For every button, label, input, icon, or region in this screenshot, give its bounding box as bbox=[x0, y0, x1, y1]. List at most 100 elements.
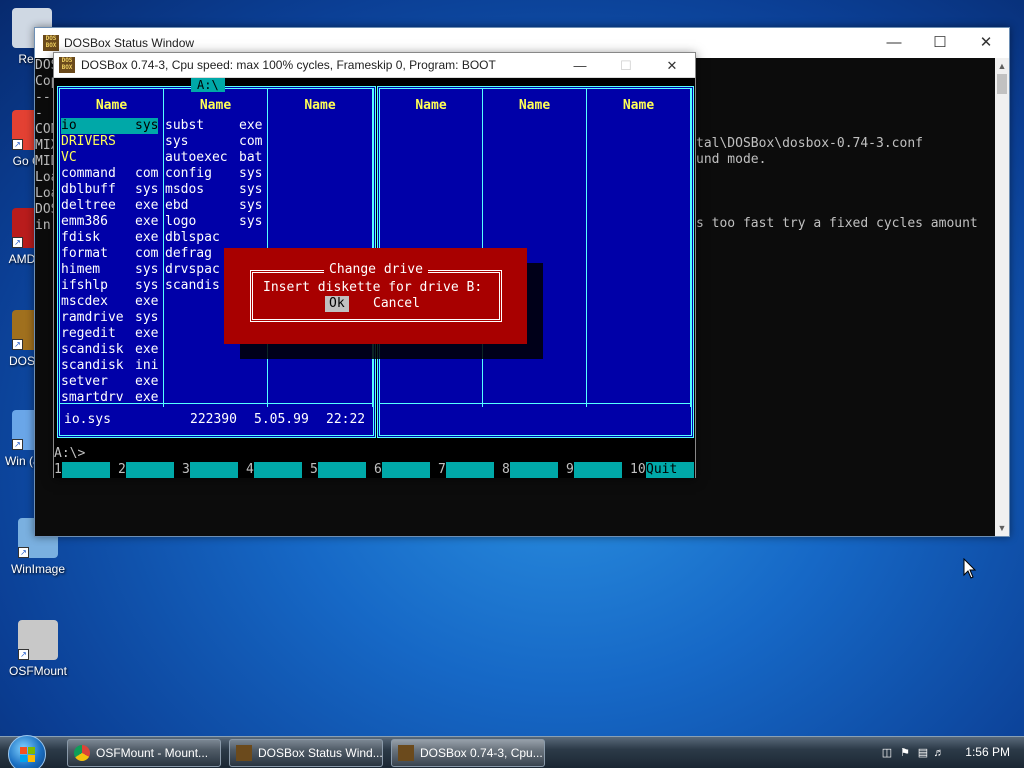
cancel-button[interactable]: Cancel bbox=[369, 296, 424, 312]
file-entry[interactable]: scandisk exe bbox=[61, 342, 158, 358]
function-key-label bbox=[190, 462, 238, 478]
function-key-number: 3 bbox=[182, 462, 190, 477]
file-name: scandis bbox=[165, 278, 220, 293]
start-button[interactable] bbox=[8, 735, 46, 768]
file-extension: exe bbox=[135, 294, 159, 309]
file-extension: sys bbox=[239, 214, 263, 229]
minimize-button[interactable]: — bbox=[871, 28, 917, 58]
function-key-label bbox=[254, 462, 302, 478]
command-line[interactable]: A:\> bbox=[54, 446, 85, 461]
scroll-down-icon[interactable]: ▼ bbox=[995, 520, 1009, 536]
function-key-5[interactable]: 5 bbox=[310, 462, 366, 478]
console-fragment: --- bbox=[35, 90, 51, 121]
file-entry[interactable]: config sys bbox=[165, 166, 262, 182]
file-extension: exe bbox=[135, 326, 159, 341]
scroll-up-icon[interactable]: ▲ bbox=[995, 58, 1009, 74]
function-key-label bbox=[318, 462, 366, 478]
shortcut-arrow-icon: ↗ bbox=[12, 139, 23, 150]
file-entry[interactable]: himem sys bbox=[61, 262, 158, 278]
volume-muted-icon[interactable]: ♬ bbox=[932, 746, 946, 760]
file-entry[interactable]: io sys bbox=[61, 118, 158, 134]
file-entry[interactable]: dblspac bbox=[165, 230, 262, 246]
file-entry[interactable]: msdos sys bbox=[165, 182, 262, 198]
shortcut-arrow-icon: ↗ bbox=[18, 547, 29, 558]
shortcut-arrow-icon: ↗ bbox=[12, 339, 23, 350]
function-key-number: 9 bbox=[566, 462, 574, 477]
status-window-title: DOSBox Status Window bbox=[64, 36, 195, 50]
dosbox-icon bbox=[398, 745, 414, 761]
file-entry[interactable]: deltree exe bbox=[61, 198, 158, 214]
action-center-icon[interactable]: ⚑ bbox=[898, 746, 912, 760]
function-key-10[interactable]: 10 Quit bbox=[630, 462, 694, 478]
function-key-1[interactable]: 1 bbox=[54, 462, 110, 478]
file-entry[interactable]: DRIVERS bbox=[61, 134, 158, 150]
function-key-8[interactable]: 8 bbox=[502, 462, 558, 478]
usb-drive-icon[interactable]: ◫ bbox=[880, 746, 894, 760]
console-fragment: MID bbox=[35, 154, 59, 169]
function-key-9[interactable]: 9 bbox=[566, 462, 622, 478]
taskbar-button-osfmount[interactable]: OSFMount - Mount... bbox=[67, 739, 221, 767]
file-extension: exe bbox=[135, 342, 159, 357]
file-entry[interactable]: setver exe bbox=[61, 374, 158, 390]
console-scrollbar[interactable]: ▲ ▼ bbox=[995, 58, 1009, 536]
file-entry[interactable]: emm386 exe bbox=[61, 214, 158, 230]
column-header: Name bbox=[199, 98, 232, 113]
taskbar-clock[interactable]: 1:56 PM bbox=[965, 745, 1010, 759]
dosbox-title: DOSBox 0.74-3, Cpu speed: max 100% cycle… bbox=[81, 58, 496, 72]
file-entry[interactable]: VC bbox=[61, 150, 158, 166]
file-name: mscdex bbox=[61, 294, 108, 309]
network-icon[interactable]: ▤ bbox=[916, 746, 930, 760]
close-button[interactable]: ✕ bbox=[649, 53, 695, 78]
minimize-button[interactable]: — bbox=[557, 53, 603, 78]
file-entry[interactable]: dblbuff sys bbox=[61, 182, 158, 198]
ok-button[interactable]: Ok bbox=[325, 296, 349, 312]
column-header: Name bbox=[518, 98, 551, 113]
function-key-4[interactable]: 4 bbox=[246, 462, 302, 478]
desktop-icon-label: WinImage bbox=[10, 562, 66, 576]
dos-screen[interactable]: A:\ Name io sys DRIVERS VC command com dblbuff… bbox=[54, 78, 695, 478]
maximize-button[interactable]: ☐ bbox=[917, 28, 963, 58]
taskbar: OSFMount - Mount... DOSBox Status Wind..… bbox=[0, 735, 1024, 768]
file-entry[interactable]: fdisk exe bbox=[61, 230, 158, 246]
file-extension: bat bbox=[239, 150, 263, 165]
file-entry[interactable]: scandisk ini bbox=[61, 358, 158, 374]
function-key-label bbox=[510, 462, 558, 478]
close-button[interactable]: ✕ bbox=[963, 28, 1009, 58]
file-name: scandisk bbox=[61, 342, 124, 357]
file-entry[interactable]: mscdex exe bbox=[61, 294, 158, 310]
dialog-frame: Change drive Insert diskette for drive B… bbox=[250, 262, 502, 322]
file-entry[interactable]: command com bbox=[61, 166, 158, 182]
function-key-3[interactable]: 3 bbox=[182, 462, 238, 478]
function-key-2[interactable]: 2 bbox=[118, 462, 174, 478]
file-entry[interactable]: regedit exe bbox=[61, 326, 158, 342]
file-name: sys bbox=[165, 134, 189, 149]
taskbar-button-dosbox[interactable]: DOSBox 0.74-3, Cpu... bbox=[391, 739, 545, 767]
dosbox-window[interactable]: DOS BOX DOSBox 0.74-3, Cpu speed: max 100… bbox=[53, 52, 696, 478]
maximize-button[interactable]: ☐ bbox=[603, 53, 649, 78]
file-entry[interactable]: subst exe bbox=[165, 118, 262, 134]
scroll-thumb[interactable] bbox=[997, 74, 1007, 94]
file-entry[interactable]: autoexec bat bbox=[165, 150, 262, 166]
function-key-7[interactable]: 7 bbox=[438, 462, 494, 478]
file-entry[interactable]: ifshlp sys bbox=[61, 278, 158, 294]
function-key-number: 1 bbox=[54, 462, 62, 477]
file-entry[interactable]: logo sys bbox=[165, 214, 262, 230]
file-name: DRIVERS bbox=[61, 134, 116, 149]
file-entry[interactable]: ebd sys bbox=[165, 198, 262, 214]
file-extension: com bbox=[135, 166, 159, 181]
function-key-number: 10 bbox=[630, 462, 646, 477]
file-name: msdos bbox=[165, 182, 205, 197]
file-name: logo bbox=[165, 214, 197, 229]
function-key-number: 6 bbox=[374, 462, 382, 477]
taskbar-button-dosbox-status[interactable]: DOSBox Status Wind... bbox=[229, 739, 383, 767]
file-entry[interactable]: ramdrive sys bbox=[61, 310, 158, 326]
change-drive-dialog[interactable]: Change drive Insert diskette for drive B… bbox=[224, 248, 527, 344]
dosbox-titlebar[interactable]: DOS BOX DOSBox 0.74-3, Cpu speed: max 100… bbox=[54, 53, 695, 78]
file-entry[interactable]: sys com bbox=[165, 134, 262, 150]
file-entry[interactable]: format com bbox=[61, 246, 158, 262]
shortcut-arrow-icon: ↗ bbox=[18, 649, 29, 660]
info-filename: io.sys bbox=[64, 412, 111, 427]
function-key-6[interactable]: 6 bbox=[374, 462, 430, 478]
file-name: ifshlp bbox=[61, 278, 108, 293]
desktop-icon[interactable]: ↗ OSFMount bbox=[6, 620, 70, 678]
